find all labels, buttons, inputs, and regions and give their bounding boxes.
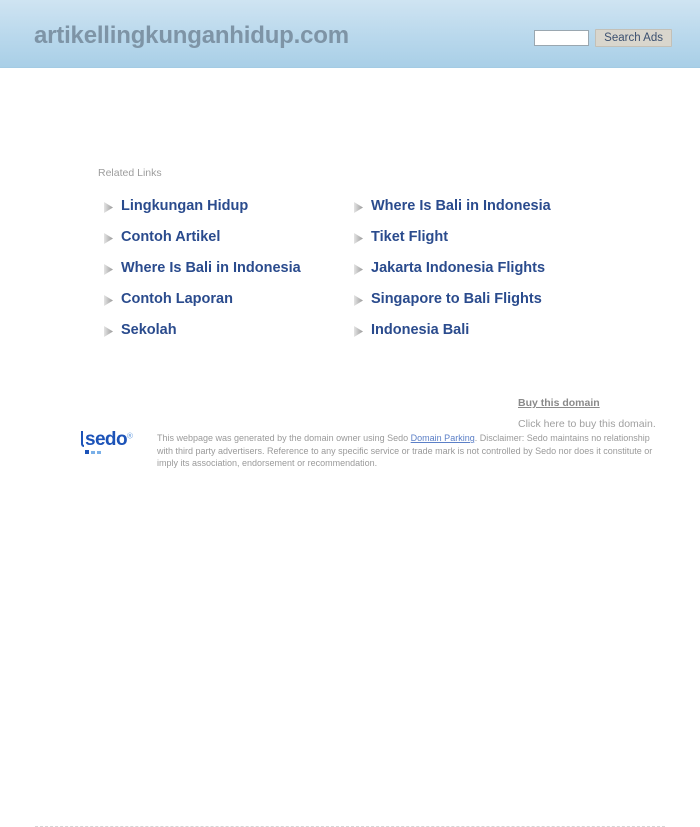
list-item[interactable]: Singapore to Bali Flights	[354, 283, 604, 314]
related-links-column-left: Lingkungan Hidup Contoh Artikel Where Is…	[104, 190, 354, 345]
footer-inner: sedo® This webpage was generated by the …	[35, 428, 665, 480]
list-item[interactable]: Indonesia Bali	[354, 314, 604, 345]
related-link[interactable]: Contoh Laporan	[121, 291, 233, 307]
related-link[interactable]: Lingkungan Hidup	[121, 198, 248, 214]
triangle-right-icon	[104, 231, 113, 244]
search-input[interactable]	[534, 30, 590, 46]
related-link[interactable]: Contoh Artikel	[121, 229, 220, 245]
list-item[interactable]: Jakarta Indonesia Flights	[354, 252, 604, 283]
registered-mark-icon: ®	[126, 431, 133, 441]
triangle-right-icon	[354, 200, 363, 213]
footer-disclaimer: This webpage was generated by the domain…	[157, 428, 657, 470]
related-links-column-right: Where Is Bali in Indonesia Tiket Flight …	[354, 190, 604, 345]
sedo-logo: sedo®	[81, 429, 145, 456]
sedo-tick-icon	[81, 431, 84, 447]
triangle-right-icon	[354, 293, 363, 306]
related-link[interactable]: Singapore to Bali Flights	[371, 291, 542, 307]
main-content: Related Links Lingkungan Hidup Contoh Ar…	[0, 68, 700, 827]
related-link[interactable]: Tiket Flight	[371, 229, 448, 245]
list-item[interactable]: Where Is Bali in Indonesia	[104, 252, 354, 283]
list-item[interactable]: Contoh Laporan	[104, 283, 354, 314]
list-item[interactable]: Where Is Bali in Indonesia	[354, 190, 604, 221]
related-link[interactable]: Jakarta Indonesia Flights	[371, 260, 545, 276]
list-item[interactable]: Sekolah	[104, 314, 354, 345]
triangle-right-icon	[104, 324, 113, 337]
search-ads-button[interactable]: Search Ads	[595, 29, 672, 47]
page-header: artikellingkunganhidup.com Search Ads	[0, 0, 700, 68]
disclaimer-text-part1: This webpage was generated by the domain…	[157, 433, 411, 443]
related-link[interactable]: Where Is Bali in Indonesia	[121, 260, 301, 276]
triangle-right-icon	[354, 231, 363, 244]
related-link[interactable]: Where Is Bali in Indonesia	[371, 198, 551, 214]
list-item[interactable]: Tiket Flight	[354, 221, 604, 252]
sedo-squares-icon	[85, 450, 101, 454]
triangle-right-icon	[104, 293, 113, 306]
list-item[interactable]: Lingkungan Hidup	[104, 190, 354, 221]
buy-this-domain-link[interactable]: Buy this domain	[518, 397, 600, 409]
search-area: Search Ads	[534, 29, 672, 47]
sedo-logo-text: sedo	[85, 429, 128, 450]
list-item[interactable]: Contoh Artikel	[104, 221, 354, 252]
triangle-right-icon	[354, 324, 363, 337]
related-links-heading: Related Links	[98, 167, 162, 179]
related-link[interactable]: Sekolah	[121, 322, 177, 338]
page-title: artikellingkunganhidup.com	[34, 22, 349, 49]
buy-domain-block: Buy this domain Click here to buy this d…	[518, 393, 668, 431]
triangle-right-icon	[104, 262, 113, 275]
related-link[interactable]: Indonesia Bali	[371, 322, 469, 338]
triangle-right-icon	[354, 262, 363, 275]
page-footer: sedo® This webpage was generated by the …	[0, 428, 700, 827]
related-links-grid: Lingkungan Hidup Contoh Artikel Where Is…	[104, 190, 604, 345]
triangle-right-icon	[104, 200, 113, 213]
domain-parking-link[interactable]: Domain Parking	[411, 433, 475, 443]
